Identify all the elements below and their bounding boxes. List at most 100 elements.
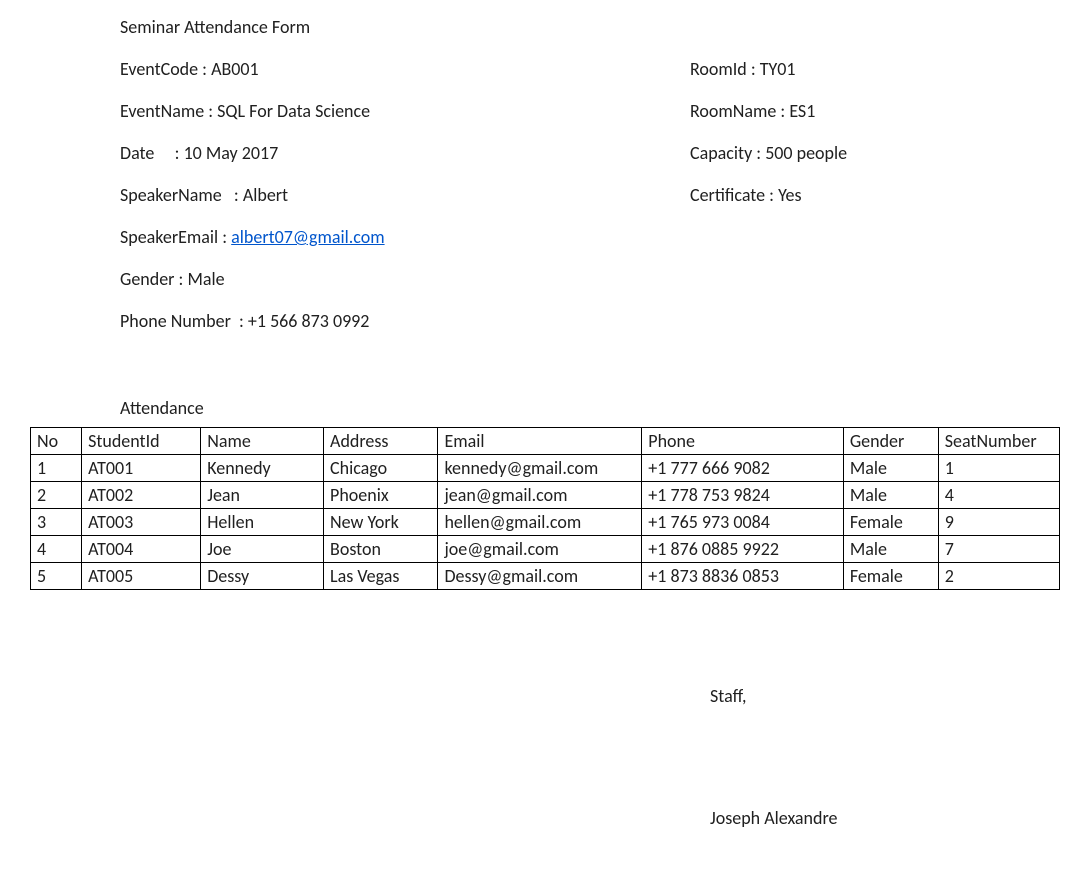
field-sep: : [231, 310, 248, 332]
cell-name: Dessy [201, 563, 324, 590]
cell-name: Kennedy [201, 455, 324, 482]
speaker-name-field: SpeakerName : Albert [120, 184, 690, 206]
field-label: Phone Number [120, 310, 231, 332]
cell-email: hellen@gmail.com [438, 509, 642, 536]
field-sep: : [154, 142, 183, 164]
gender-field: Gender : Male [120, 268, 690, 290]
field-label: RoomName [690, 100, 776, 122]
signature-label: Staff, [710, 685, 1010, 707]
cell-gender: Male [843, 482, 938, 509]
cell-seat: 2 [938, 563, 1059, 590]
cell-address: New York [324, 509, 438, 536]
col-header-gender: Gender [843, 428, 938, 455]
field-value: Albert [243, 184, 288, 206]
field-value: 10 May 2017 [184, 142, 279, 164]
cell-phone: +1 778 753 9824 [642, 482, 844, 509]
field-sep: : [747, 58, 760, 80]
field-sep: : [204, 100, 217, 122]
table-body: 1AT001KennedyChicagokennedy@gmail.com+1 … [31, 455, 1060, 590]
table-row: 5AT005DessyLas VegasDessy@gmail.com+1 87… [31, 563, 1060, 590]
cell-studentId: AT001 [82, 455, 201, 482]
event-name-field: EventName : SQL For Data Science [120, 100, 690, 122]
cell-address: Phoenix [324, 482, 438, 509]
field-value: Male [187, 268, 224, 290]
event-code-field: EventCode : AB001 [120, 58, 690, 80]
field-value: AB001 [211, 58, 259, 80]
field-sep: : [752, 142, 765, 164]
cell-gender: Female [843, 563, 938, 590]
details-left-column: EventCode : AB001 EventName : SQL For Da… [120, 58, 690, 352]
cell-name: Hellen [201, 509, 324, 536]
cell-no: 1 [31, 455, 82, 482]
cell-studentId: AT003 [82, 509, 201, 536]
field-sep: : [765, 184, 778, 206]
field-value: 500 people [765, 142, 847, 164]
col-header-no: No [31, 428, 82, 455]
cell-email: kennedy@gmail.com [438, 455, 642, 482]
attendance-heading: Attendance [30, 397, 1050, 419]
signature-name: Joseph Alexandre [710, 807, 1010, 829]
room-id-field: RoomId : TY01 [690, 58, 1050, 80]
document-page: Seminar Attendance Form EventCode : AB00… [0, 0, 1080, 869]
cell-name: Joe [201, 536, 324, 563]
cell-studentId: AT004 [82, 536, 201, 563]
table-row: 3AT003HellenNew Yorkhellen@gmail.com+1 7… [31, 509, 1060, 536]
cell-email: Dessy@gmail.com [438, 563, 642, 590]
col-header-address: Address [324, 428, 438, 455]
details-right-column: RoomId : TY01 RoomName : ES1 Capacity : … [690, 58, 1050, 352]
field-sep: : [198, 58, 211, 80]
capacity-field: Capacity : 500 people [690, 142, 1050, 164]
field-sep: : [174, 268, 187, 290]
cell-seat: 4 [938, 482, 1059, 509]
cell-gender: Female [843, 509, 938, 536]
cell-gender: Male [843, 455, 938, 482]
field-label: SpeakerEmail [120, 226, 218, 248]
cell-email: joe@gmail.com [438, 536, 642, 563]
col-header-phone: Phone [642, 428, 844, 455]
field-label: Gender [120, 268, 174, 290]
cell-no: 3 [31, 509, 82, 536]
cell-address: Chicago [324, 455, 438, 482]
col-header-name: Name [201, 428, 324, 455]
cell-no: 5 [31, 563, 82, 590]
cell-email: jean@gmail.com [438, 482, 642, 509]
field-value: SQL For Data Science [217, 100, 370, 122]
cell-address: Boston [324, 536, 438, 563]
col-header-studentid: StudentId [82, 428, 201, 455]
attendance-table: No StudentId Name Address Email Phone Ge… [30, 427, 1060, 590]
cell-no: 2 [31, 482, 82, 509]
field-label: RoomId [690, 58, 747, 80]
cell-gender: Male [843, 536, 938, 563]
col-header-seat: SeatNumber [938, 428, 1059, 455]
cell-phone: +1 765 973 0084 [642, 509, 844, 536]
table-row: 1AT001KennedyChicagokennedy@gmail.com+1 … [31, 455, 1060, 482]
cell-studentId: AT002 [82, 482, 201, 509]
table-header-row: No StudentId Name Address Email Phone Ge… [31, 428, 1060, 455]
field-value: +1 566 873 0992 [248, 310, 370, 332]
col-header-email: Email [438, 428, 642, 455]
cell-name: Jean [201, 482, 324, 509]
speaker-email-field: SpeakerEmail : albert07@gmail.com [120, 226, 690, 248]
cell-seat: 9 [938, 509, 1059, 536]
details-columns: EventCode : AB001 EventName : SQL For Da… [120, 58, 1050, 352]
field-label: Certificate [690, 184, 765, 206]
field-value: Yes [778, 184, 801, 206]
field-label: Capacity [690, 142, 752, 164]
field-label: EventCode [120, 58, 198, 80]
field-sep: : [222, 184, 243, 206]
cell-phone: +1 876 0885 9922 [642, 536, 844, 563]
table-row: 2AT002JeanPhoenixjean@gmail.com+1 778 75… [31, 482, 1060, 509]
signature-block: Staff, Joseph Alexandre [710, 685, 1010, 829]
date-field: Date : 10 May 2017 [120, 142, 690, 164]
cell-address: Las Vegas [324, 563, 438, 590]
field-sep: : [218, 226, 231, 248]
field-label: EventName [120, 100, 204, 122]
form-header: Seminar Attendance Form EventCode : AB00… [30, 16, 1050, 352]
cell-phone: +1 873 8836 0853 [642, 563, 844, 590]
cell-studentId: AT005 [82, 563, 201, 590]
field-label: SpeakerName [120, 184, 222, 206]
phone-field: Phone Number : +1 566 873 0992 [120, 310, 690, 332]
speaker-email-link[interactable]: albert07@gmail.com [231, 226, 384, 248]
table-row: 4AT004JoeBostonjoe@gmail.com+1 876 0885 … [31, 536, 1060, 563]
cell-seat: 7 [938, 536, 1059, 563]
